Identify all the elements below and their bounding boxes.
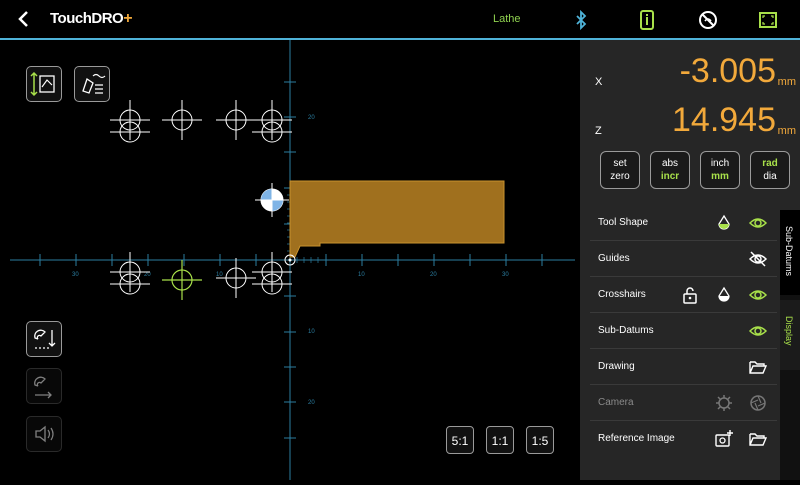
row-label: Drawing: [598, 361, 635, 372]
add-photo-icon[interactable]: [714, 429, 734, 449]
app-logo: TouchDRO+: [50, 10, 133, 27]
speaker-icon: [35, 425, 54, 443]
button-label: inch: [710, 158, 730, 169]
button-label: set: [613, 158, 627, 169]
zoom-5-1-button[interactable]: 5:1: [446, 426, 474, 454]
button-label-active: rad: [762, 158, 778, 169]
active-crosshair: [162, 260, 202, 300]
eye-off-icon[interactable]: [748, 249, 768, 269]
abs-incr-toggle[interactable]: abs incr: [650, 151, 690, 189]
canvas-svg: 30 20 10 10 20 30 20 10 10 20: [10, 40, 575, 480]
row-label: Reference Image: [598, 433, 675, 444]
tick-label: 10: [358, 272, 365, 278]
button-label-active: incr: [660, 171, 680, 182]
row-label: Camera: [598, 397, 634, 408]
button-label: abs: [661, 158, 679, 169]
x-readout-value[interactable]: -3.005: [680, 52, 776, 91]
tab-sub-datums[interactable]: Sub-Datums: [780, 210, 800, 295]
tick-label: 20: [144, 272, 151, 278]
drop-half-icon[interactable]: [714, 285, 734, 305]
eye-icon[interactable]: [748, 321, 768, 341]
bluetooth-icon[interactable]: [570, 9, 592, 31]
tick-label: 10: [308, 329, 315, 335]
x-axis-label: X: [595, 76, 603, 88]
eye-icon[interactable]: [748, 285, 768, 305]
z-axis-label: Z: [595, 125, 602, 137]
zoom-1-1-button[interactable]: 1:1: [486, 426, 514, 454]
folder-open-icon[interactable]: [748, 429, 768, 449]
set-zero-button[interactable]: set zero: [600, 151, 640, 189]
datum-marker: [255, 183, 289, 217]
row-label: Tool Shape: [598, 217, 649, 228]
row-reference-image: Reference Image: [590, 421, 777, 456]
lock-open-icon[interactable]: [680, 285, 700, 305]
machine-mode-label[interactable]: Lathe: [493, 13, 521, 25]
crosshairs-bottom: [110, 252, 292, 298]
tick-label: 30: [72, 272, 79, 278]
x-readout-unit: mm: [777, 76, 796, 88]
z-readout-value[interactable]: 14.945: [672, 101, 776, 140]
button-label-active: mm: [711, 171, 729, 182]
magnet-probe-icon: [34, 329, 56, 349]
tab-display[interactable]: Display: [780, 300, 800, 370]
row-label: Sub-Datums: [598, 325, 654, 336]
tick-label: 30: [502, 272, 509, 278]
row-drawing: Drawing: [590, 349, 777, 385]
tool-list-icon: [82, 73, 106, 94]
row-camera: Camera: [590, 385, 777, 421]
drawing-canvas[interactable]: 30 20 10 10 20 30 20 10 10 20: [0, 40, 580, 480]
row-tool-shape: Tool Shape: [590, 205, 777, 241]
row-crosshairs: Crosshairs: [590, 277, 777, 313]
back-icon[interactable]: [14, 9, 34, 29]
fullscreen-icon[interactable]: [757, 9, 779, 31]
rad-dia-toggle[interactable]: rad dia: [750, 151, 790, 189]
z-readout-unit: mm: [777, 125, 796, 137]
tab-label: Display: [784, 316, 794, 346]
button-label: zero: [610, 171, 630, 182]
info-icon[interactable]: [636, 9, 658, 31]
row-guides: Guides: [590, 241, 777, 277]
tick-label: 20: [308, 115, 315, 121]
probe-button[interactable]: [26, 321, 62, 357]
tool-shape-button[interactable]: [26, 66, 62, 102]
inch-mm-toggle[interactable]: inch mm: [700, 151, 740, 189]
magnet-probe-icon: [34, 376, 52, 399]
tab-label: Sub-Datums: [784, 226, 794, 277]
zoom-1-5-button[interactable]: 1:5: [526, 426, 554, 454]
speaker-button[interactable]: [26, 416, 62, 452]
eye-icon[interactable]: [748, 213, 768, 233]
tick-label: 20: [308, 400, 315, 406]
tool-library-button[interactable]: [74, 66, 110, 102]
tool-tip-dot: [288, 258, 292, 262]
row-sub-datums: Sub-Datums: [590, 313, 777, 349]
crosshairs-top: [110, 100, 292, 143]
no-sensor-icon[interactable]: [697, 9, 719, 31]
settings-camera-icon[interactable]: [714, 393, 734, 413]
row-label: Guides: [598, 253, 630, 264]
tick-label: 20: [430, 272, 437, 278]
side-tab-strip: Sub-Datums Display: [780, 210, 800, 480]
probe-disabled-button[interactable]: [26, 368, 62, 404]
top-bar: TouchDRO+ Lathe: [0, 0, 800, 40]
tool-ruler-icon: [30, 71, 55, 97]
aperture-icon[interactable]: [748, 393, 768, 413]
workpiece-shape: [289, 180, 505, 258]
row-label: Crosshairs: [598, 289, 646, 300]
button-label: dia: [763, 171, 777, 182]
folder-open-icon[interactable]: [748, 357, 768, 377]
tick-label: 10: [216, 272, 223, 278]
drop-fill-icon[interactable]: [714, 213, 734, 233]
